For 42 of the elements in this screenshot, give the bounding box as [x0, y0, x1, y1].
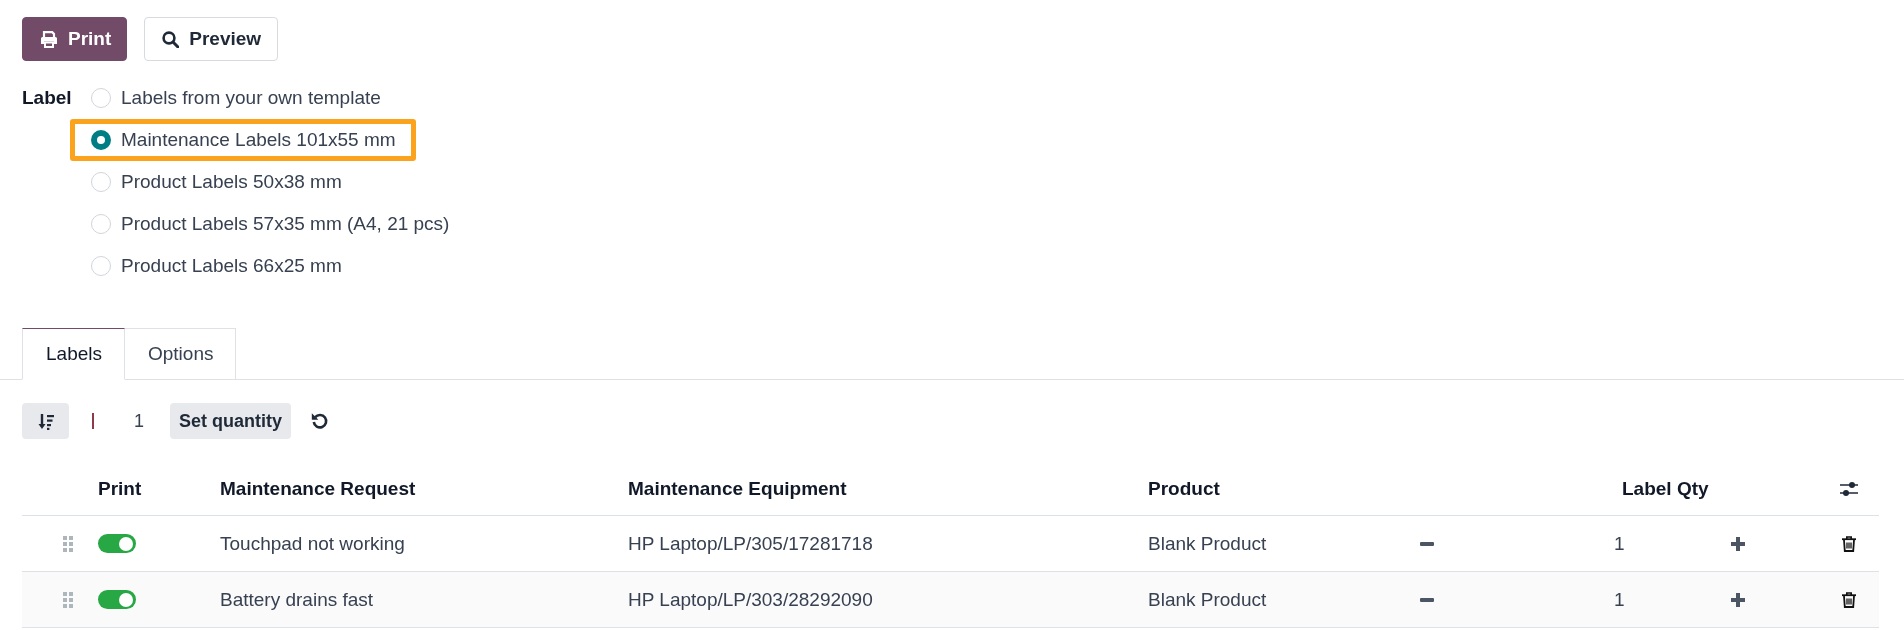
drag-handle-icon[interactable] [63, 591, 73, 608]
sort-descending-icon [37, 412, 54, 430]
trash-icon[interactable] [1842, 535, 1856, 552]
tab[interactable]: Options [125, 328, 237, 380]
plus-icon[interactable] [1731, 592, 1745, 607]
table-cell: 1 [1614, 532, 1625, 555]
column-header[interactable]: Maintenance Equipment [628, 477, 847, 500]
option-label[interactable]: Maintenance Labels 101x55 mm [121, 127, 396, 153]
tab[interactable]: Labels [22, 328, 125, 380]
minus-icon[interactable] [1420, 541, 1434, 546]
table-cell: 1 [1614, 588, 1625, 611]
plus-icon[interactable] [1731, 536, 1745, 551]
reset-icon[interactable] [311, 412, 329, 430]
radio-button[interactable] [91, 130, 111, 150]
sort-button[interactable] [22, 403, 69, 439]
trash-icon[interactable] [1842, 591, 1856, 608]
table-cell: Blank Product [1148, 532, 1267, 555]
table-cell: Blank Product [1148, 588, 1267, 611]
option-label[interactable]: Labels from your own template [121, 85, 381, 111]
column-settings-icon[interactable] [1840, 480, 1858, 497]
field-label: Label [22, 86, 72, 110]
quantity-field[interactable]: 1 [108, 406, 170, 436]
toggle-switch[interactable] [98, 534, 136, 553]
minus-icon[interactable] [1420, 597, 1434, 602]
column-header[interactable]: Maintenance Request [220, 477, 416, 500]
toggle-switch[interactable] [98, 590, 136, 609]
search-icon [162, 30, 180, 48]
column-header[interactable]: Product [1148, 477, 1220, 500]
option-label[interactable]: Product Labels 50x38 mm [121, 169, 342, 195]
table-cell: Touchpad not working [220, 532, 405, 555]
table-cell: HP Laptop/LP/305/17281718 [628, 532, 873, 555]
table-cell: HP Laptop/LP/303/28292090 [628, 588, 873, 611]
option-label[interactable]: Product Labels 57x35 mm (A4, 21 pcs) [121, 211, 450, 237]
table-cell: Battery drains fast [220, 588, 374, 611]
printer-icon [40, 30, 58, 48]
column-header[interactable]: Label Qty [1622, 477, 1709, 500]
set-quantity-button[interactable]: Set quantity [170, 403, 291, 439]
option-label[interactable]: Product Labels 66x25 mm [121, 253, 342, 279]
column-header[interactable]: Print [98, 477, 142, 500]
drag-handle-icon[interactable] [63, 535, 73, 552]
preview-button[interactable]: Preview [144, 17, 279, 61]
print-button[interactable]: Print [22, 17, 128, 61]
